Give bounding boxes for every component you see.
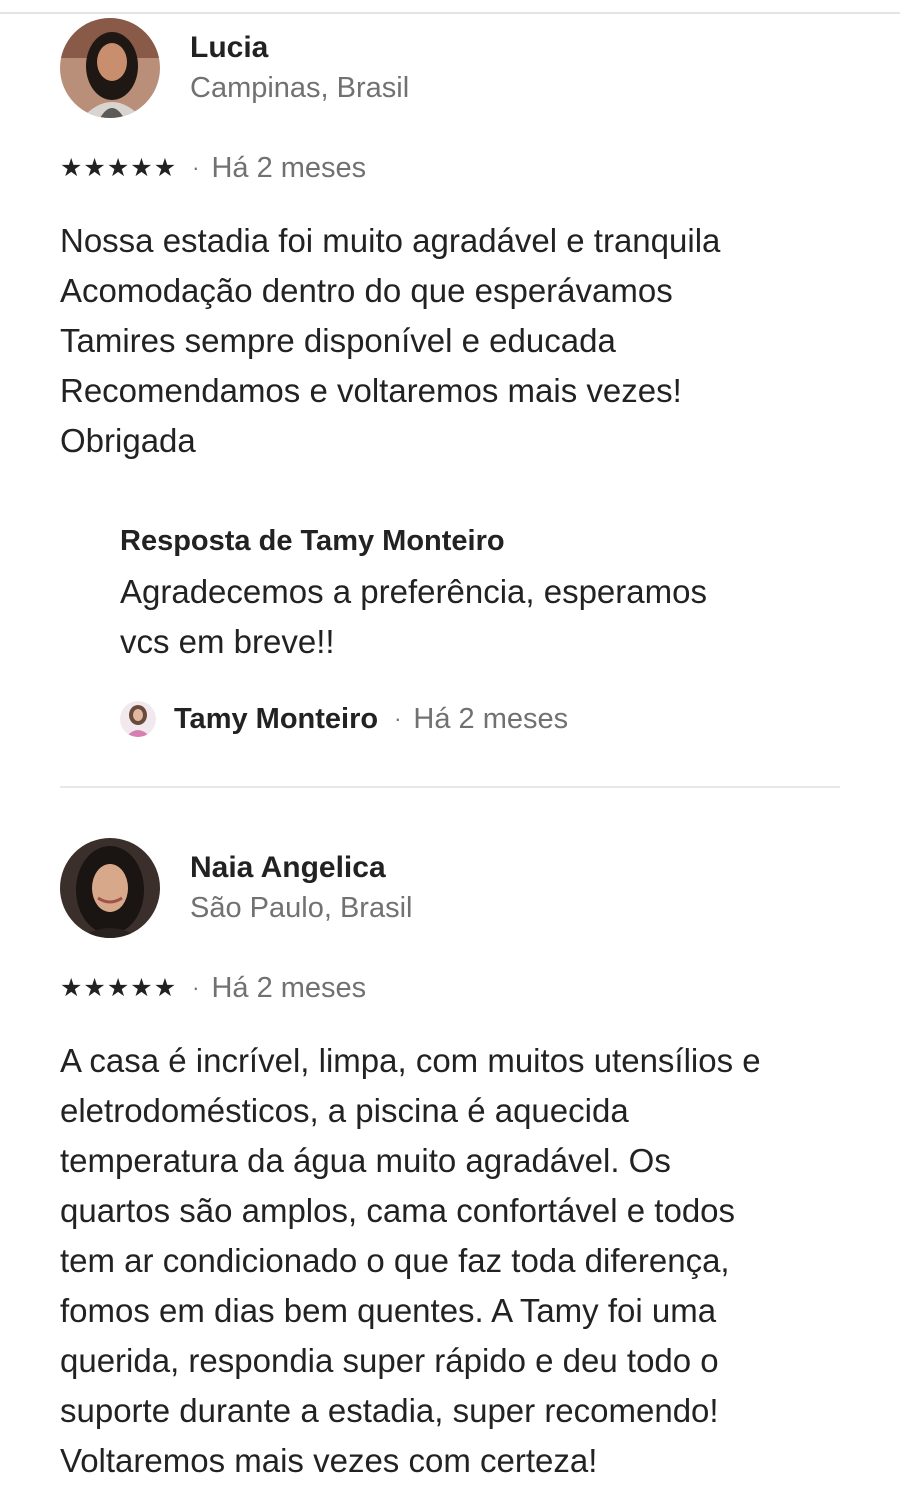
star-icon: ★ [130,154,153,182]
review-header: Naia Angelica São Paulo, Brasil [60,838,840,938]
star-icon: ★ [60,154,83,182]
review-text: Nossa estadia foi muito agradável e tran… [60,216,720,466]
review-date: Há 2 meses [211,151,367,184]
star-icon: ★ [106,154,130,182]
star-icon: ★ [130,974,153,1002]
review-date: Há 2 meses [211,971,367,1004]
separator-dot: · [192,155,200,180]
separator-dot: · [394,706,402,731]
review-text-line: Voltaremos mais vezes com certeza! [60,1442,598,1479]
review-text-line: fomos em dias bem quentes. A Tamy foi um… [60,1292,717,1329]
review-text-line: Acomodação dentro do que esperávamos [60,272,673,309]
star-icon: ★ [153,974,177,1002]
review-text-line: quartos são amplos, cama confortável e t… [60,1192,736,1229]
response-footer: Tamy Monteiro · Há 2 meses [120,699,568,739]
review-text-line: eletrodomésticos, a piscina é aquecida [60,1092,629,1129]
avatar[interactable] [60,18,160,118]
star-icon: ★ [83,974,106,1002]
star-icon: ★ [106,974,130,1002]
host-avatar[interactable] [120,701,156,737]
reviewer-name: Naia Angelica [190,851,386,884]
review-text-line: Obrigada [60,422,196,459]
review-text-line: suporte durante a estadia, super recomen… [60,1392,719,1429]
review-text-line: tem ar condicionado o que faz toda difer… [60,1242,730,1279]
review-text-line: querida, respondia super rápido e deu to… [60,1342,719,1379]
star-icon: ★ [153,154,177,182]
response-title: Resposta de Tamy Monteiro [120,525,505,557]
review-text-line: A casa é incrível, limpa, com muitos ute… [60,1042,761,1079]
review-card: Lucia Campinas, Brasil ★ ★ ★ ★ ★ · Há 2 … [60,18,840,737]
review-meta: ★ ★ ★ ★ ★ · Há 2 meses [60,970,366,1006]
response-text: Agradecemos a preferência, esperamos vcs… [120,567,820,667]
star-icon: ★ [83,154,106,182]
reviewer-name: Lucia [190,31,269,64]
separator-dot: · [192,975,200,1000]
reviewer-location: São Paulo, Brasil [190,892,413,924]
review-text-line: temperatura da água muito agradável. Os [60,1142,671,1179]
avatar[interactable] [60,838,160,938]
review-header: Lucia Campinas, Brasil [60,18,840,118]
review-text-line: Tamires sempre disponível e educada [60,322,616,359]
response-text-line: Agradecemos a preferência, esperamos [120,573,707,610]
review-text-line: Recomendamos e voltaremos mais vezes! [60,372,682,409]
rating-stars: ★ ★ ★ ★ ★ [60,973,176,1003]
review-divider [60,786,840,788]
rating-stars: ★ ★ ★ ★ ★ [60,153,176,183]
review-text: A casa é incrível, limpa, com muitos ute… [60,1036,761,1486]
star-icon: ★ [60,974,83,1002]
review-card: Naia Angelica São Paulo, Brasil ★ ★ ★ ★ … [60,838,840,1479]
host-response: Resposta de Tamy Monteiro Agradecemos a … [120,523,820,737]
reviewer-location: Campinas, Brasil [190,72,410,104]
response-date: Há 2 meses [413,702,569,735]
host-name[interactable]: Tamy Monteiro [174,703,378,736]
review-meta: ★ ★ ★ ★ ★ · Há 2 meses [60,150,366,186]
response-text-line: vcs em breve!! [120,623,335,660]
top-divider [0,12,900,14]
review-text-line: Nossa estadia foi muito agradável e tran… [60,222,721,259]
